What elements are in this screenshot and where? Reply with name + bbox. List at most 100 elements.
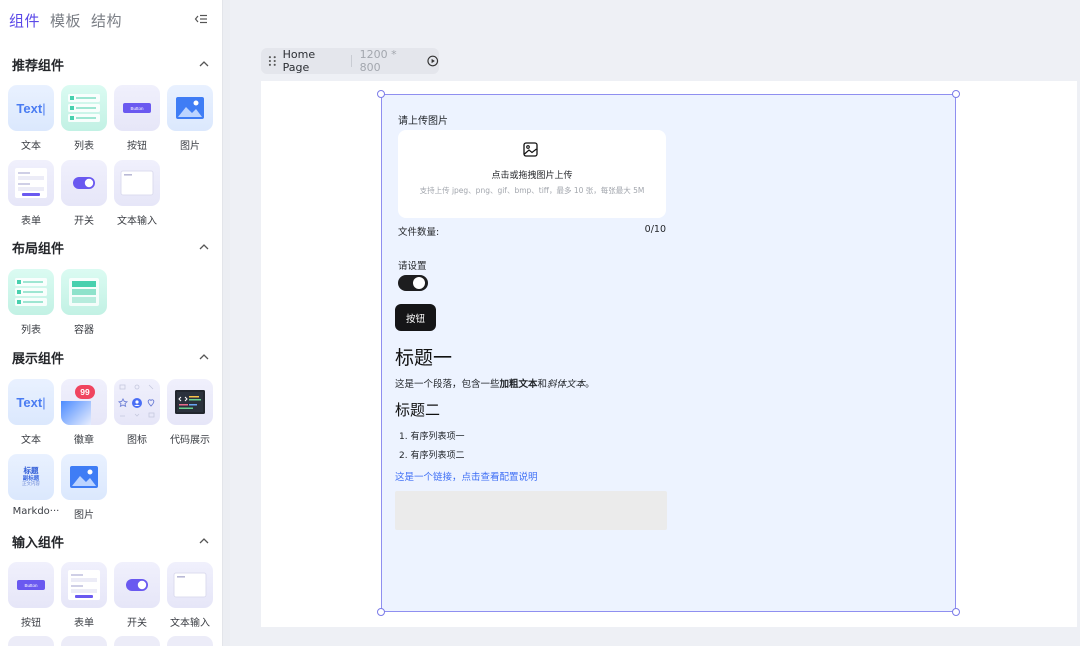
- markdown-thumb-body: 正文内容: [22, 481, 40, 487]
- section-recommended-header[interactable]: 推荐组件: [12, 54, 212, 74]
- section-display-header[interactable]: 展示组件: [12, 347, 212, 367]
- resize-handle-bottom-left[interactable]: [377, 608, 385, 616]
- component-text-input[interactable]: 文本输入: [114, 160, 160, 227]
- setting-toggle[interactable]: [398, 275, 428, 291]
- button-thumb-label: Button: [17, 580, 45, 590]
- resize-handle-bottom-right[interactable]: [952, 608, 960, 616]
- badge-block: [61, 401, 91, 425]
- chevron-up-icon[interactable]: [198, 535, 210, 547]
- section-layout-header[interactable]: 布局组件: [12, 237, 212, 257]
- component-label: 开关: [74, 216, 94, 227]
- upload-title: 点击或拖拽图片上传: [491, 171, 573, 181]
- sidebar-resize-handle[interactable]: [222, 0, 230, 646]
- component-text[interactable]: Text| 文本: [8, 85, 54, 152]
- input-components: Button 按钮 表单 开关 文本输入: [8, 562, 218, 629]
- config-link[interactable]: 这是一个链接，点击查看配置说明: [395, 469, 538, 483]
- tab-templates[interactable]: 模板: [50, 10, 81, 31]
- resize-handle-top-left[interactable]: [377, 90, 385, 98]
- component-label: 文本: [21, 141, 41, 152]
- list-thumbnail: [8, 269, 54, 315]
- component-label: 表单: [74, 618, 94, 629]
- component-display-text[interactable]: Text| 文本: [8, 379, 54, 446]
- text-glyph-label: Text: [16, 100, 43, 116]
- chevron-up-icon[interactable]: [198, 241, 210, 253]
- file-count-value: 0/10: [644, 224, 666, 235]
- badge-count: 99: [75, 385, 95, 399]
- image-thumbnail: [167, 85, 213, 131]
- italic-text: 斜体文本: [547, 379, 586, 390]
- component-code-display[interactable]: 代码展示: [167, 379, 213, 446]
- form-thumbnail: [61, 562, 107, 608]
- resize-handle-top-right[interactable]: [952, 90, 960, 98]
- component-list[interactable]: 列表: [61, 85, 107, 152]
- markdown-thumbnail: 标题 副标题 正文内容: [8, 454, 54, 500]
- component-input-form[interactable]: 表单: [61, 562, 107, 629]
- paragraph-suffix: 。: [585, 379, 595, 390]
- component-label: 文本: [21, 435, 41, 446]
- component-label: 文本输入: [117, 216, 157, 227]
- upload-label: 请上传图片: [398, 116, 448, 127]
- component-display-image[interactable]: 图片: [61, 454, 107, 521]
- component-badge[interactable]: 99 徽章: [61, 379, 107, 446]
- component-button[interactable]: Button 按钮: [114, 85, 160, 152]
- component-container[interactable]: 容器: [61, 269, 107, 336]
- setting-label: 请设置: [398, 261, 427, 272]
- recommended-components: Text| 文本 列表 Button 按钮 图片 表单 开关 文本输入: [8, 85, 218, 227]
- component-label: 按钮: [21, 618, 41, 629]
- image-upload-dropzone[interactable]: 点击或拖拽图片上传 支持上传 jpeg、png、gif、bmp、tiff，最多 …: [398, 130, 666, 218]
- component-markdown[interactable]: 标题 副标题 正文内容 Markdo···: [8, 454, 59, 521]
- markdown-thumb-title: 标题: [23, 465, 39, 475]
- component-input-text-input[interactable]: 文本输入: [167, 562, 213, 629]
- collapse-sidebar-icon[interactable]: [194, 12, 208, 26]
- component-image[interactable]: 图片: [167, 85, 213, 152]
- ordered-list-item: 2. 有序列表项二: [399, 451, 465, 461]
- code-thumbnail: [167, 379, 213, 425]
- form-thumbnail: [8, 160, 54, 206]
- next-row-peek: [8, 636, 218, 646]
- component-label: 开关: [127, 618, 147, 629]
- upload-hint: 支持上传 jpeg、png、gif、bmp、tiff，最多 10 张，每张最大 …: [419, 186, 645, 195]
- paragraph: 这是一个段落，包含一些加粗文本和斜体文本。: [395, 376, 595, 390]
- component-layout-list[interactable]: 列表: [8, 269, 54, 336]
- chevron-up-icon[interactable]: [198, 351, 210, 363]
- switch-thumbnail: [114, 562, 160, 608]
- component-label: 列表: [21, 325, 41, 336]
- layout-components: 列表 容器: [8, 269, 218, 336]
- frame-size: 1200 * 800: [359, 48, 397, 74]
- button-thumbnail: Button: [114, 85, 160, 131]
- component-form[interactable]: 表单: [8, 160, 54, 227]
- component-label: 文本输入: [170, 618, 210, 629]
- list-thumbnail: [61, 85, 107, 131]
- component-label: 图标: [127, 435, 147, 446]
- section-title: 展示组件: [12, 351, 65, 367]
- text-thumbnail: Text|: [8, 379, 54, 425]
- switch-thumbnail: [61, 160, 107, 206]
- paragraph-middle: 和: [537, 379, 548, 390]
- tab-structure[interactable]: 结构: [91, 10, 122, 31]
- placeholder-block: [395, 491, 667, 530]
- tab-components[interactable]: 组件: [9, 10, 40, 31]
- chevron-up-icon[interactable]: [198, 58, 210, 70]
- toggle-knob: [413, 277, 425, 289]
- frame-tab[interactable]: Home Page 1200 * 800: [261, 48, 439, 74]
- section-input-header[interactable]: 输入组件: [12, 531, 212, 551]
- component-icon[interactable]: 图标: [114, 379, 160, 446]
- section-title: 输入组件: [12, 535, 65, 551]
- sidebar-tabs: 组件 模板 结构: [9, 8, 122, 32]
- section-title: 布局组件: [12, 241, 65, 257]
- component-input-switch[interactable]: 开关: [114, 562, 160, 629]
- component-label: 按钮: [127, 141, 147, 152]
- image-thumbnail: [61, 454, 107, 500]
- image-icon: [523, 142, 538, 157]
- component-label: 列表: [74, 141, 94, 152]
- drag-handle-icon[interactable]: [268, 55, 277, 67]
- text-thumbnail: Text|: [8, 85, 54, 131]
- file-count-label: 文件数量:: [398, 227, 440, 238]
- primary-button[interactable]: 按钮: [395, 304, 436, 331]
- component-label: 代码展示: [170, 435, 210, 446]
- button-thumb-label: Button: [123, 103, 151, 113]
- play-icon[interactable]: [427, 55, 439, 67]
- component-sidebar: 组件 模板 结构 推荐组件 Text| 文本 列表 Button 按钮 图片 表…: [0, 0, 222, 646]
- component-switch[interactable]: 开关: [61, 160, 107, 227]
- component-input-button[interactable]: Button 按钮: [8, 562, 54, 629]
